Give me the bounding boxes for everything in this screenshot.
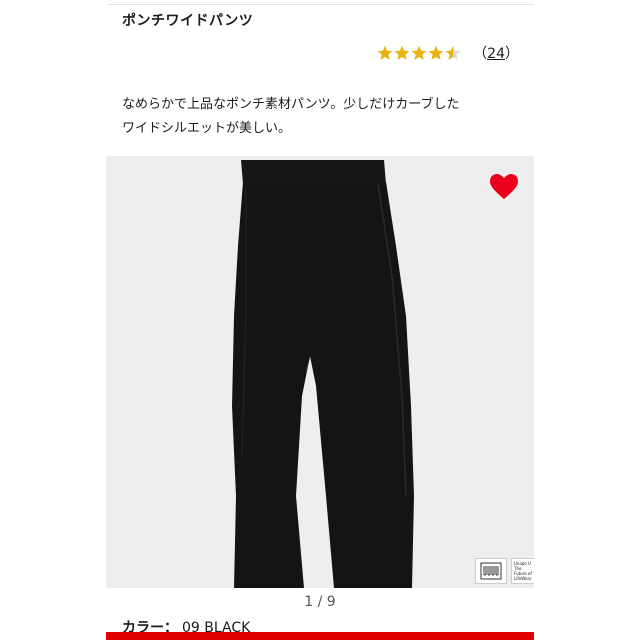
product-title: ポンチワイドパンツ [122, 13, 254, 29]
review-count-number[interactable]: 24 [487, 46, 505, 62]
brand-badges: Uniqlo U The Future of LifeWear [475, 558, 534, 584]
heart-icon[interactable] [490, 174, 518, 200]
badge-tagline: The Future of LifeWear [514, 566, 532, 581]
product-description: なめらかで上品なポンチ素材パンツ。少しだけカーブした ワイドシルエットが美しい。 [122, 93, 522, 141]
review-count-close: ） [505, 46, 519, 62]
top-divider [107, 4, 534, 5]
review-count-link[interactable]: （24） [473, 43, 519, 63]
product-rating[interactable]: （24） [377, 43, 519, 63]
star-icon [394, 45, 410, 60]
product-image-pants [232, 160, 414, 588]
description-line: なめらかで上品なポンチ素材パンツ。少しだけカーブした [122, 97, 460, 112]
lifewear-badge: Uniqlo U The Future of LifeWear [511, 558, 534, 584]
add-to-cart-bar[interactable] [106, 632, 534, 640]
uniqlo-u-logo-icon [475, 558, 507, 584]
review-count-open: （ [473, 46, 488, 62]
rating-stars [377, 45, 461, 61]
product-image-gallery[interactable]: Uniqlo U The Future of LifeWear [106, 156, 534, 588]
star-icon [428, 45, 444, 60]
star-icon [377, 45, 393, 60]
star-icon [411, 45, 427, 60]
half-star-icon [445, 45, 461, 60]
image-pager: 1 / 9 [304, 594, 336, 610]
description-line: ワイドシルエットが美しい。 [122, 121, 292, 136]
